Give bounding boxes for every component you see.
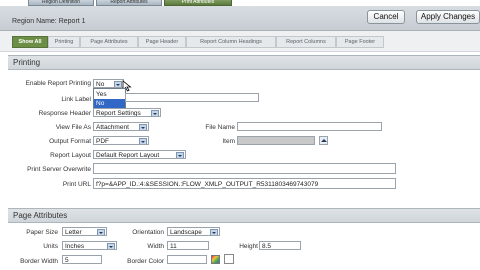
show-all-tab[interactable]: Show All xyxy=(12,36,48,48)
print-url-input[interactable]: f?p=&APP_ID.:4:&SESSION.:FLOW_XMLP_OUTPU… xyxy=(93,178,396,189)
show-page-footer-tab[interactable]: Page Footer xyxy=(336,36,384,48)
chevron-down-icon xyxy=(151,110,159,116)
units-select[interactable]: Inches xyxy=(62,241,117,250)
printing-section-header: Printing xyxy=(8,55,480,70)
cancel-button[interactable]: Cancel xyxy=(367,10,405,24)
height-label: Height xyxy=(239,243,258,250)
units-label: Units xyxy=(43,243,58,250)
item-lov-button[interactable] xyxy=(319,136,328,145)
region-name-label: Region Name: Report 1 xyxy=(12,18,86,25)
border-width-label: Border Width xyxy=(20,258,58,265)
enable-report-printing-select[interactable]: No xyxy=(93,79,124,88)
region-header: Region Name: Report 1 xyxy=(0,6,480,31)
print-server-overwrite-label: Print Server Overwrite xyxy=(27,166,91,173)
border-width-input[interactable]: 5 xyxy=(62,255,102,264)
chevron-down-icon xyxy=(107,243,115,249)
page-attributes-section-header: Page Attributes xyxy=(8,208,480,223)
print-server-overwrite-input[interactable] xyxy=(93,163,396,174)
chevron-down-icon xyxy=(210,229,218,235)
show-page-attributes-tab[interactable]: Page Attributes xyxy=(80,36,138,48)
chevron-down-icon xyxy=(139,138,147,144)
show-report-columns-tab[interactable]: Report Columns xyxy=(276,36,336,48)
output-format-select[interactable]: PDF xyxy=(93,136,149,145)
link-label-input[interactable] xyxy=(125,93,259,102)
link-label-label: Link Label xyxy=(61,96,91,103)
border-color-input[interactable] xyxy=(167,255,207,264)
enable-printing-dropdown: Yes No xyxy=(93,88,126,110)
printing-section-title: Printing xyxy=(13,58,41,67)
chevron-down-icon xyxy=(176,152,184,158)
report-layout-select[interactable]: Default Report Layout xyxy=(93,150,186,159)
item-input[interactable] xyxy=(237,136,315,145)
chevron-up-icon xyxy=(321,139,327,142)
orientation-select[interactable]: Landscape xyxy=(167,227,220,236)
response-header-label: Response Header xyxy=(38,110,91,117)
response-header-select[interactable]: Report Settings xyxy=(93,108,161,117)
chevron-down-icon xyxy=(139,124,147,130)
print-url-label: Print URL xyxy=(62,181,91,188)
dropdown-option-yes[interactable]: Yes xyxy=(94,90,125,99)
enable-report-printing-label: Enable Report Printing xyxy=(25,80,91,87)
orientation-label: Orientation xyxy=(132,229,164,236)
width-input[interactable]: 11 xyxy=(167,241,209,250)
file-name-label: File Name xyxy=(205,124,235,131)
item-label: Item xyxy=(222,138,235,145)
show-report-column-headings-tab[interactable]: Report Column Headings xyxy=(186,36,276,48)
apply-changes-button[interactable]: Apply Changes xyxy=(416,10,480,24)
border-color-label: Border Color xyxy=(127,258,164,265)
page-attributes-section-title: Page Attributes xyxy=(13,211,68,220)
chevron-down-icon xyxy=(97,229,105,235)
height-input[interactable]: 8.5 xyxy=(259,241,301,250)
color-picker-icon[interactable] xyxy=(211,255,220,264)
width-label: Width xyxy=(147,243,164,250)
file-name-input[interactable] xyxy=(237,122,382,131)
show-printing-tab[interactable]: Printing xyxy=(48,36,80,48)
show-page-header-tab[interactable]: Page Header xyxy=(138,36,186,48)
paper-size-select[interactable]: Letter xyxy=(62,227,107,236)
output-format-label: Output Format xyxy=(49,138,91,145)
view-file-as-label: View File As xyxy=(55,124,91,131)
report-layout-label: Report Layout xyxy=(50,152,91,159)
view-file-as-select[interactable]: Attachment xyxy=(93,122,149,131)
paper-size-label: Paper Size xyxy=(26,229,58,236)
color-swatch xyxy=(224,254,234,264)
dropdown-option-no[interactable]: No xyxy=(94,99,125,108)
